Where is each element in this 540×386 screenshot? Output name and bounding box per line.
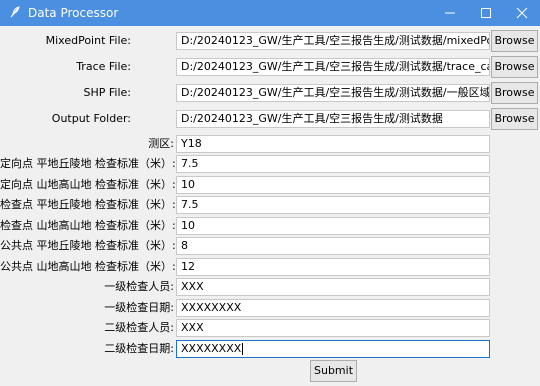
- text-caret: [242, 343, 244, 355]
- trace-file-input[interactable]: D:/20240123_GW/生产工具/空三报告生成/测试数据/trace_ca…: [176, 58, 490, 76]
- orient-mountain-standard-input[interactable]: 10: [176, 176, 490, 194]
- level2-inspector-label: 二级检查人员:: [104, 321, 174, 334]
- level1-inspector-input[interactable]: XXX: [176, 278, 490, 296]
- output-folder-label: Output Folder:: [51, 112, 131, 125]
- submit-button[interactable]: Submit: [310, 360, 357, 382]
- level2-date-value: XXXXXXXX: [181, 342, 242, 355]
- level2-date-label: 二级检查日期:: [104, 342, 174, 355]
- level2-inspector-input[interactable]: XXX: [176, 319, 490, 337]
- maximize-button[interactable]: [468, 0, 504, 26]
- trace-browse-button[interactable]: Browse: [491, 56, 538, 78]
- survey-area-input[interactable]: Y18: [176, 135, 490, 153]
- output-folder-input[interactable]: D:/20240123_GW/生产工具/空三报告生成/测试数据: [176, 110, 490, 128]
- orient-mountain-standard-label: 定向点 山地高山地 检查标准（米）:: [0, 178, 176, 191]
- common-flat-standard-label: 公共点 平地丘陵地 检查标准（米）:: [0, 239, 176, 252]
- shp-browse-button[interactable]: Browse: [491, 82, 538, 104]
- level1-date-input[interactable]: XXXXXXXX: [176, 299, 490, 317]
- survey-area-label: 测区:: [148, 137, 174, 150]
- shp-file-input[interactable]: D:/20240123_GW/生产工具/空三报告生成/测试数据/一般区域0.8: [176, 84, 490, 102]
- title-bar: Data Processor: [0, 0, 540, 26]
- window-title: Data Processor: [28, 6, 119, 20]
- close-button[interactable]: [504, 0, 540, 26]
- check-mountain-standard-label: 检查点 山地高山地 检查标准（米）:: [0, 219, 176, 232]
- mixedpoint-file-input[interactable]: D:/20240123_GW/生产工具/空三报告生成/测试数据/mixedPoi…: [176, 32, 490, 50]
- maximize-icon: [481, 8, 491, 18]
- level1-date-label: 一级检查日期:: [104, 301, 174, 314]
- feather-icon: [10, 6, 20, 18]
- minimize-button[interactable]: [432, 0, 468, 26]
- output-browse-button[interactable]: Browse: [491, 108, 538, 130]
- check-mountain-standard-input[interactable]: 10: [176, 217, 490, 235]
- form-area: MixedPoint File: D:/20240123_GW/生产工具/空三报…: [0, 26, 540, 386]
- orient-flat-standard-input[interactable]: 7.5: [176, 155, 490, 173]
- common-mountain-standard-label: 公共点 山地高山地 检查标准（米）:: [0, 260, 176, 273]
- shp-file-label: SHP File:: [83, 86, 132, 99]
- common-flat-standard-input[interactable]: 8: [176, 237, 490, 255]
- level2-date-input[interactable]: XXXXXXXX: [176, 340, 490, 358]
- close-icon: [516, 7, 528, 19]
- mixedpoint-browse-button[interactable]: Browse: [491, 30, 538, 52]
- level1-inspector-label: 一级检查人员:: [104, 280, 174, 293]
- orient-flat-standard-label: 定向点 平地丘陵地 检查标准（米）:: [0, 157, 176, 170]
- common-mountain-standard-input[interactable]: 12: [176, 258, 490, 276]
- mixedpoint-file-label: MixedPoint File:: [45, 34, 131, 47]
- minimize-icon: [445, 12, 455, 14]
- check-flat-standard-input[interactable]: 7.5: [176, 196, 490, 214]
- trace-file-label: Trace File:: [76, 60, 131, 73]
- check-flat-standard-label: 检查点 平地丘陵地 检查标准（米）:: [0, 198, 176, 211]
